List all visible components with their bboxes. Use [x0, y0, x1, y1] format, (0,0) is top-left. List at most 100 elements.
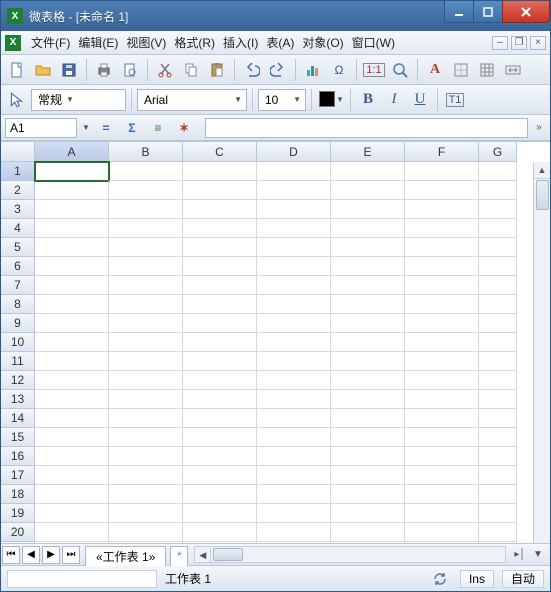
chart-button[interactable] — [301, 58, 325, 82]
cell-G6[interactable] — [479, 257, 517, 276]
cell-A10[interactable] — [35, 333, 109, 352]
cell-C11[interactable] — [183, 352, 257, 371]
cell-C17[interactable] — [183, 466, 257, 485]
menu-format[interactable]: 格式(R) — [170, 31, 219, 54]
cell-F20[interactable] — [405, 523, 479, 542]
row-header-14[interactable]: 14 — [1, 409, 35, 428]
cell-G4[interactable] — [479, 219, 517, 238]
cell-F2[interactable] — [405, 181, 479, 200]
cell-F5[interactable] — [405, 238, 479, 257]
cell-F14[interactable] — [405, 409, 479, 428]
menu-object[interactable]: 对象(O) — [298, 31, 347, 54]
cell-F7[interactable] — [405, 276, 479, 295]
cell-F1[interactable] — [405, 162, 479, 181]
cell-D16[interactable] — [257, 447, 331, 466]
cell-D8[interactable] — [257, 295, 331, 314]
horizontal-scrollbar[interactable]: ◀ — [194, 546, 506, 563]
font-color-button[interactable]: A — [423, 58, 447, 82]
row-header-3[interactable]: 3 — [1, 200, 35, 219]
menu-table[interactable]: 表(A) — [262, 31, 298, 54]
minimize-button[interactable] — [444, 1, 474, 23]
cell-C9[interactable] — [183, 314, 257, 333]
auto-calc-button[interactable]: 自动 — [502, 570, 544, 588]
copy-button[interactable] — [179, 58, 203, 82]
cell-G15[interactable] — [479, 428, 517, 447]
row-header-16[interactable]: 16 — [1, 447, 35, 466]
cell-F8[interactable] — [405, 295, 479, 314]
cell-B14[interactable] — [109, 409, 183, 428]
print-preview-button[interactable] — [118, 58, 142, 82]
mdi-restore-button[interactable]: ❐ — [511, 36, 527, 50]
cell-B12[interactable] — [109, 371, 183, 390]
scroll-up-button[interactable]: ▲ — [534, 162, 550, 179]
cut-button[interactable] — [153, 58, 177, 82]
cell-B1[interactable] — [109, 162, 183, 181]
close-button[interactable] — [502, 1, 550, 23]
cell-B10[interactable] — [109, 333, 183, 352]
vertical-scrollbar[interactable]: ▲ — [533, 162, 550, 543]
cell-C7[interactable] — [183, 276, 257, 295]
cell-D20[interactable] — [257, 523, 331, 542]
cell-A4[interactable] — [35, 219, 109, 238]
cell-G14[interactable] — [479, 409, 517, 428]
insert-mode-button[interactable]: Ins — [460, 570, 494, 588]
cell-B3[interactable] — [109, 200, 183, 219]
cell-G21[interactable] — [479, 542, 517, 543]
cell-F13[interactable] — [405, 390, 479, 409]
cell-G8[interactable] — [479, 295, 517, 314]
cell-A12[interactable] — [35, 371, 109, 390]
cell-A14[interactable] — [35, 409, 109, 428]
maximize-button[interactable] — [473, 1, 503, 23]
cell-C21[interactable] — [183, 542, 257, 543]
cell-A2[interactable] — [35, 181, 109, 200]
cell-E15[interactable] — [331, 428, 405, 447]
cell-G20[interactable] — [479, 523, 517, 542]
row-header-2[interactable]: 2 — [1, 181, 35, 200]
select-all-corner[interactable] — [1, 142, 35, 162]
app-menu-icon[interactable]: X — [5, 35, 21, 51]
new-button[interactable] — [5, 58, 29, 82]
cell-E6[interactable] — [331, 257, 405, 276]
cell-A1[interactable] — [35, 162, 109, 181]
cell-B21[interactable] — [109, 542, 183, 543]
row-header-5[interactable]: 5 — [1, 238, 35, 257]
menu-insert[interactable]: 插入(I) — [219, 31, 262, 54]
cell-F21[interactable] — [405, 542, 479, 543]
hscroll-thumb[interactable] — [213, 548, 243, 561]
cell-F16[interactable] — [405, 447, 479, 466]
cell-F12[interactable] — [405, 371, 479, 390]
cell-E10[interactable] — [331, 333, 405, 352]
cell-B2[interactable] — [109, 181, 183, 200]
row-header-18[interactable]: 18 — [1, 485, 35, 504]
cell-C4[interactable] — [183, 219, 257, 238]
titlebar[interactable]: X 微表格 - [未命名 1] — [1, 1, 550, 31]
cell-F4[interactable] — [405, 219, 479, 238]
column-header-C[interactable]: C — [183, 142, 257, 162]
cell-E18[interactable] — [331, 485, 405, 504]
cell-D19[interactable] — [257, 504, 331, 523]
cell-D12[interactable] — [257, 371, 331, 390]
row-header-20[interactable]: 20 — [1, 523, 35, 542]
function-button[interactable]: ≡ — [147, 117, 169, 139]
cell-D7[interactable] — [257, 276, 331, 295]
fit-button[interactable]: 1:1 — [362, 58, 386, 82]
column-header-F[interactable]: F — [405, 142, 479, 162]
menu-edit[interactable]: 编辑(E) — [74, 31, 122, 54]
cell-E17[interactable] — [331, 466, 405, 485]
cell-C5[interactable] — [183, 238, 257, 257]
column-header-G[interactable]: G — [479, 142, 517, 162]
text-format-button[interactable]: T1 — [443, 88, 467, 112]
cell-B19[interactable] — [109, 504, 183, 523]
italic-button[interactable]: I — [382, 88, 406, 112]
cell-B6[interactable] — [109, 257, 183, 276]
ref-dropdown-icon[interactable]: ▼ — [81, 123, 91, 132]
cell-E3[interactable] — [331, 200, 405, 219]
cell-B18[interactable] — [109, 485, 183, 504]
menu-file[interactable]: 文件(F) — [27, 31, 74, 54]
row-header-21[interactable]: 21 — [1, 542, 35, 543]
cell-B11[interactable] — [109, 352, 183, 371]
cell-C6[interactable] — [183, 257, 257, 276]
cell-B16[interactable] — [109, 447, 183, 466]
cell-G19[interactable] — [479, 504, 517, 523]
cell-A15[interactable] — [35, 428, 109, 447]
